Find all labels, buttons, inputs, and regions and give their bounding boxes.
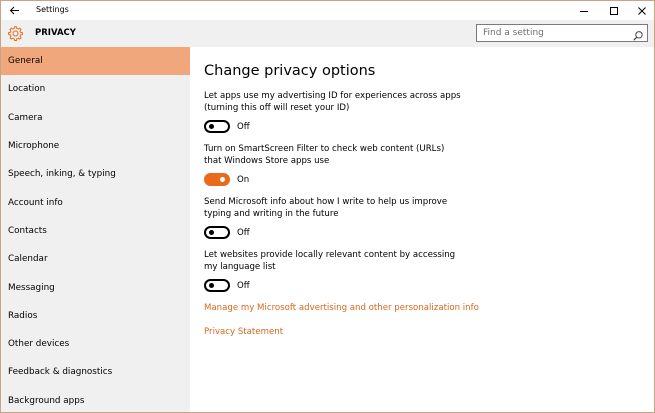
language-list-toggle[interactable]: [204, 279, 230, 292]
sidebar-item-label: Microphone: [8, 141, 60, 152]
option-description: Let apps use my advertising ID for exper…: [204, 91, 461, 113]
sidebar-item-account-info[interactable]: Account info: [1, 188, 190, 216]
sidebar-item-label: Contacts: [8, 225, 47, 236]
toggle-knob: [209, 124, 214, 129]
sidebar-item-label: Calendar: [8, 254, 48, 265]
option-description: Turn on SmartScreen Filter to check web …: [204, 144, 445, 166]
sidebar-item-radios[interactable]: Radios: [1, 302, 190, 330]
section-title: PRIVACY: [35, 28, 76, 38]
settings-window: Settings PRIVACY Find a setting General …: [0, 0, 655, 413]
option-language-list: Let websites provide locally relevant co…: [204, 250, 464, 292]
sidebar: General Location Camera Microphone Speec…: [1, 47, 190, 412]
sidebar-item-background-apps[interactable]: Background apps: [1, 387, 190, 412]
back-button[interactable]: [5, 2, 23, 18]
toggle-state-label: On: [237, 174, 250, 185]
sidebar-item-label: Feedback & diagnostics: [8, 367, 113, 378]
sidebar-item-feedback[interactable]: Feedback & diagnostics: [1, 358, 190, 386]
page-header: PRIVACY: [1, 20, 654, 47]
maximize-icon: [610, 6, 618, 15]
privacy-statement-link[interactable]: Privacy Statement: [204, 327, 283, 337]
minimize-button[interactable]: [570, 1, 598, 20]
sidebar-item-general[interactable]: General: [1, 47, 190, 76]
sidebar-item-label: Camera: [8, 112, 43, 123]
sidebar-item-label: Radios: [8, 310, 38, 321]
sidebar-item-calendar[interactable]: Calendar: [1, 245, 190, 273]
sidebar-item-camera[interactable]: Camera: [1, 104, 190, 132]
sidebar-item-contacts[interactable]: Contacts: [1, 217, 190, 245]
sidebar-item-label: Messaging: [8, 282, 55, 293]
page-title: Change privacy options: [204, 63, 376, 79]
sidebar-item-label: General: [8, 56, 43, 67]
toggle-row: On: [204, 173, 464, 186]
toggle-knob: [209, 283, 214, 288]
option-typing-info: Send Microsoft info about how I write to…: [204, 197, 464, 239]
sidebar-item-location[interactable]: Location: [1, 75, 190, 103]
option-smartscreen: Turn on SmartScreen Filter to check web …: [204, 144, 464, 186]
back-arrow-icon: [9, 6, 19, 14]
toggle-row: Off: [204, 120, 464, 133]
sidebar-item-label: Speech, inking, & typing: [8, 169, 116, 180]
sidebar-item-label: Other devices: [8, 339, 70, 350]
main-content: Change privacy options Let apps use my a…: [190, 47, 654, 412]
manage-advertising-link[interactable]: Manage my Microsoft advertising and othe…: [204, 303, 479, 313]
sidebar-item-other-devices[interactable]: Other devices: [1, 330, 190, 358]
advertising-id-toggle[interactable]: [204, 120, 230, 133]
option-advertising-id: Let apps use my advertising ID for exper…: [204, 91, 464, 133]
toggle-knob: [209, 230, 214, 235]
search-box[interactable]: [476, 24, 648, 42]
sidebar-item-speech[interactable]: Speech, inking, & typing: [1, 160, 190, 188]
toggle-state-label: Off: [237, 227, 250, 238]
typing-info-toggle[interactable]: [204, 226, 230, 239]
sidebar-item-label: Background apps: [8, 395, 85, 406]
maximize-button[interactable]: [600, 1, 628, 20]
smartscreen-toggle[interactable]: [204, 173, 230, 186]
toggle-row: Off: [204, 279, 464, 292]
sidebar-item-label: Location: [8, 84, 46, 95]
sidebar-item-label: Account info: [8, 197, 63, 208]
search-input[interactable]: [477, 25, 627, 41]
window-title: Settings: [36, 5, 69, 14]
toggle-state-label: Off: [237, 280, 250, 291]
minimize-icon: [580, 10, 588, 12]
toggle-state-label: Off: [237, 121, 250, 132]
sidebar-item-microphone[interactable]: Microphone: [1, 132, 190, 160]
close-icon: [638, 6, 646, 15]
close-button[interactable]: [628, 1, 654, 20]
gear-icon: [7, 25, 24, 42]
toggle-row: Off: [204, 226, 464, 239]
option-description: Send Microsoft info about how I write to…: [204, 197, 448, 219]
toggle-knob: [220, 177, 225, 182]
title-bar: Settings: [1, 1, 654, 20]
sidebar-item-messaging[interactable]: Messaging: [1, 273, 190, 301]
search-icon[interactable]: [632, 27, 644, 41]
option-description: Let websites provide locally relevant co…: [204, 250, 456, 272]
